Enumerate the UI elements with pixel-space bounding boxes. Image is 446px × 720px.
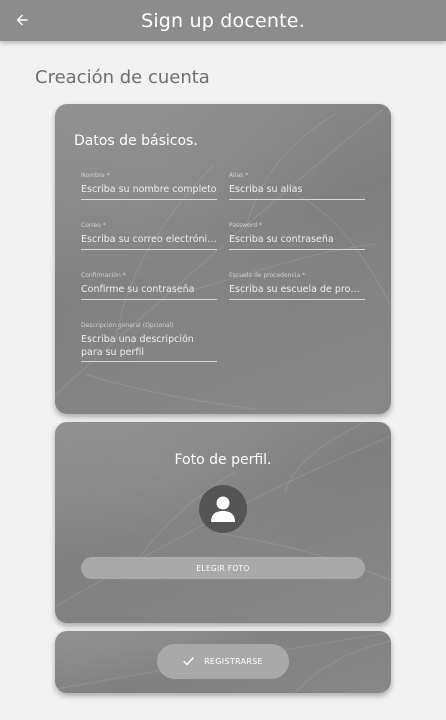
check-icon: [183, 657, 194, 666]
correo-input[interactable]: [81, 230, 217, 250]
confirmacion-input[interactable]: [81, 280, 217, 300]
descripcion-input[interactable]: [81, 330, 217, 362]
alias-field: Alias *: [229, 172, 365, 200]
correo-label: Correo *: [81, 222, 106, 229]
basic-data-title: Datos de básicos.: [74, 133, 198, 149]
confirmacion-field: Confirmación *: [81, 272, 217, 300]
basic-data-card: Datos de básicos. Nombre * Alias * Corre…: [55, 104, 391, 414]
profile-photo-title: Foto de perfil.: [174, 452, 272, 468]
app-bar: Sign up docente.: [0, 0, 446, 41]
register-button[interactable]: REGISTRARSE: [157, 644, 289, 679]
app-bar-title: Sign up docente.: [141, 9, 305, 32]
escuela-field: Escuela de procedencia *: [229, 272, 365, 300]
choose-photo-label: ELEGIR FOTO: [196, 563, 250, 573]
avatar[interactable]: [199, 485, 247, 533]
correo-field: Correo *: [81, 222, 217, 250]
register-label: REGISTRARSE: [204, 657, 263, 666]
alias-label: Alias *: [229, 172, 249, 179]
back-button[interactable]: [12, 10, 32, 30]
descripcion-field: Descripción general (Opcional): [81, 322, 217, 362]
nombre-field: Nombre *: [81, 172, 217, 200]
profile-photo-card: Foto de perfil. ELEGIR FOTO: [55, 422, 391, 623]
arrow-left-icon: [16, 14, 28, 26]
alias-input[interactable]: [229, 180, 365, 200]
descripcion-label: Descripción general (Opcional): [81, 322, 174, 329]
confirmacion-label: Confirmación *: [81, 272, 126, 279]
nombre-label: Nombre *: [81, 172, 110, 179]
escuela-input[interactable]: [229, 280, 365, 300]
page-heading: Creación de cuenta: [35, 67, 210, 88]
password-field: Password *: [229, 222, 365, 250]
person-icon: [211, 496, 235, 522]
nombre-input[interactable]: [81, 180, 217, 200]
password-label: Password *: [229, 222, 262, 229]
register-card: REGISTRARSE: [55, 631, 391, 693]
leaf-texture: [55, 104, 391, 410]
choose-photo-button[interactable]: ELEGIR FOTO: [81, 557, 365, 579]
escuela-label: Escuela de procedencia *: [229, 272, 306, 279]
password-input[interactable]: [229, 230, 365, 250]
